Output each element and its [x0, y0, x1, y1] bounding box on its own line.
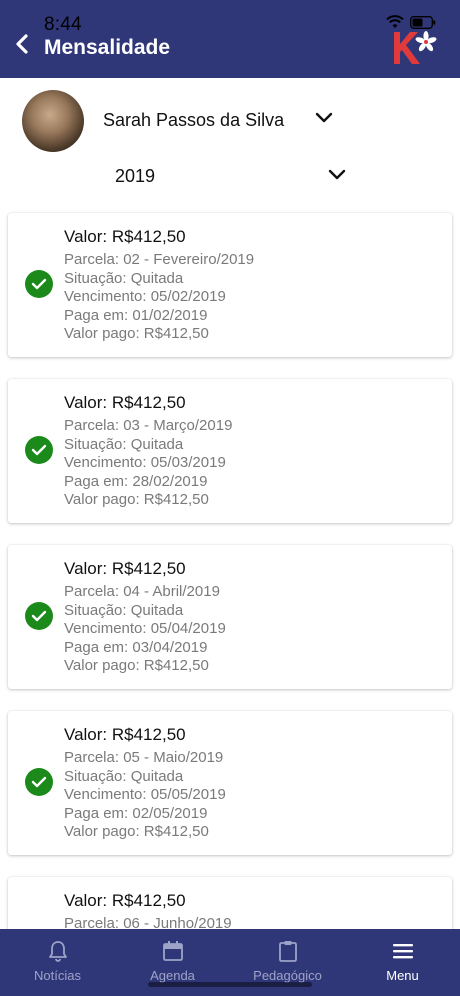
payment-paid-amount: Valor pago: R$412,50 — [64, 657, 209, 675]
chevron-left-icon — [14, 33, 30, 59]
payment-installment: Parcela: 04 - Abril/2019 — [64, 583, 220, 600]
payment-value: Valor: R$412,50 — [64, 559, 186, 578]
payment-card[interactable]: Valor: R$412,50 Parcela: 04 - Abril/2019… — [8, 545, 452, 689]
payment-paid-amount: Valor pago: R$412,50 — [64, 325, 209, 343]
payment-card[interactable]: Valor: R$412,50 Parcela: 05 - Maio/2019 … — [8, 711, 452, 855]
payment-due-date: Vencimento: 05/05/2019 — [64, 786, 226, 804]
payment-details: Valor: R$412,50 Parcela: 05 - Maio/2019 … — [64, 724, 226, 842]
brand-logo — [390, 28, 438, 68]
payment-due-date: Vencimento: 05/02/2019 — [64, 288, 226, 306]
payment-list: Valor: R$412,50 Parcela: 02 - Fevereiro/… — [8, 213, 452, 996]
payment-card[interactable]: Valor: R$412,50 Parcela: 03 - Março/2019… — [8, 379, 452, 523]
payment-value: Valor: R$412,50 — [64, 891, 186, 910]
chevron-down-icon — [328, 167, 346, 185]
payment-status: Situação: Quitada — [64, 767, 184, 785]
avatar — [22, 90, 84, 152]
tab-noticias[interactable]: Notícias — [0, 929, 115, 996]
tab-label: Notícias — [34, 968, 81, 983]
payment-due-date: Vencimento: 05/04/2019 — [64, 620, 226, 638]
payment-paid-date: Paga em: 02/05/2019 — [64, 804, 208, 822]
calendar-icon — [161, 939, 185, 968]
check-circle-icon — [25, 270, 53, 298]
tab-label: Menu — [386, 968, 419, 983]
student-dropdown-chevron[interactable] — [313, 108, 335, 130]
year-dropdown-chevron[interactable] — [326, 165, 348, 187]
payment-paid-amount: Valor pago: R$412,50 — [64, 823, 209, 841]
home-indicator — [148, 982, 312, 987]
payment-installment: Parcela: 03 - Março/2019 — [64, 417, 233, 434]
header-bar: 8:44 Mensalidade — [0, 0, 460, 78]
page-title: Mensalidade — [44, 36, 171, 59]
student-name: Sarah Passos da Silva — [103, 110, 285, 130]
payment-value: Valor: R$412,50 — [64, 725, 186, 744]
tab-label: Agenda — [150, 968, 195, 983]
screen: 8:44 Mensalidade Sarah Passos da Silva 2… — [0, 0, 460, 996]
menu-icon — [391, 939, 415, 968]
payment-details: Valor: R$412,50 Parcela: 02 - Fevereiro/… — [64, 226, 254, 344]
payment-value: Valor: R$412,50 — [64, 227, 186, 246]
payment-paid-date: Paga em: 03/04/2019 — [64, 638, 208, 656]
chevron-down-icon — [315, 110, 333, 128]
payment-due-date: Vencimento: 05/03/2019 — [64, 454, 226, 472]
year-value: 2019 — [115, 166, 156, 186]
payment-value: Valor: R$412,50 — [64, 393, 186, 412]
check-circle-icon — [25, 436, 53, 464]
payment-status: Situação: Quitada — [64, 435, 184, 453]
payment-installment: Parcela: 05 - Maio/2019 — [64, 749, 224, 766]
back-button[interactable] — [8, 32, 36, 60]
payment-paid-amount: Valor pago: R$412,50 — [64, 491, 209, 509]
tab-menu[interactable]: Menu — [345, 929, 460, 996]
check-circle-icon — [25, 768, 53, 796]
payment-paid-date: Paga em: 01/02/2019 — [64, 306, 208, 324]
payment-details: Valor: R$412,50 Parcela: 04 - Abril/2019… — [64, 558, 226, 676]
check-circle-icon — [25, 602, 53, 630]
clipboard-icon — [276, 939, 300, 968]
payment-paid-date: Paga em: 28/02/2019 — [64, 472, 208, 490]
tab-label: Pedagógico — [253, 968, 322, 983]
payment-details: Valor: R$412,50 Parcela: 06 - Junho/2019 — [64, 890, 232, 934]
payment-status: Situação: Quitada — [64, 601, 184, 619]
bell-icon — [46, 939, 70, 968]
status-time: 8:44 — [44, 14, 82, 35]
payment-card[interactable]: Valor: R$412,50 Parcela: 02 - Fevereiro/… — [8, 213, 452, 357]
payment-details: Valor: R$412,50 Parcela: 03 - Março/2019… — [64, 392, 232, 510]
payment-status: Situação: Quitada — [64, 269, 184, 287]
payment-installment: Parcela: 02 - Fevereiro/2019 — [64, 251, 255, 268]
student-selector[interactable]: Sarah Passos da Silva — [0, 86, 460, 156]
